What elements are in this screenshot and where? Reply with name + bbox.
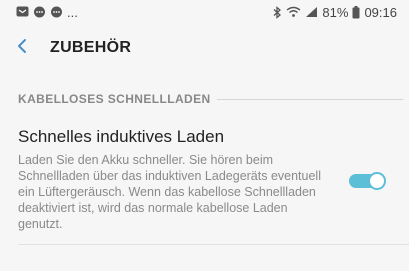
chevron-left-icon (16, 38, 28, 59)
fast-charging-toggle[interactable] (349, 172, 386, 190)
signal-icon (305, 6, 318, 18)
toggle-thumb (368, 172, 386, 190)
setting-fast-wireless-charging[interactable]: Schnelles induktives Laden Laden Sie den… (18, 126, 398, 238)
page-title: ZUBEHÖR (50, 39, 132, 56)
chat-icon (50, 6, 63, 19)
chat-icon (33, 6, 46, 19)
section-header: KABELLOSES SCHNELLLADEN (18, 90, 409, 108)
back-button[interactable] (0, 24, 44, 72)
status-bar-notifications: ... (0, 5, 78, 20)
app-header: ZUBEHÖR (0, 24, 409, 72)
setting-description: Laden Sie den Akku schneller. Sie hören … (18, 153, 321, 231)
battery-icon (352, 5, 360, 19)
list-divider (18, 244, 409, 245)
clock: 09:16 (364, 4, 397, 20)
battery-percent: 81% (322, 4, 349, 20)
status-ellipsis: ... (67, 4, 78, 20)
message-icon (16, 6, 29, 18)
status-bar-system: 81% 09:16 (272, 5, 409, 20)
section-divider (216, 98, 403, 100)
wifi-icon (286, 6, 301, 18)
section-label: KABELLOSES SCHNELLLADEN (18, 92, 211, 106)
status-bar: ... 81% 09:16 (0, 0, 409, 24)
setting-title: Schnelles induktives Laden (18, 127, 225, 146)
bluetooth-icon (272, 5, 282, 19)
